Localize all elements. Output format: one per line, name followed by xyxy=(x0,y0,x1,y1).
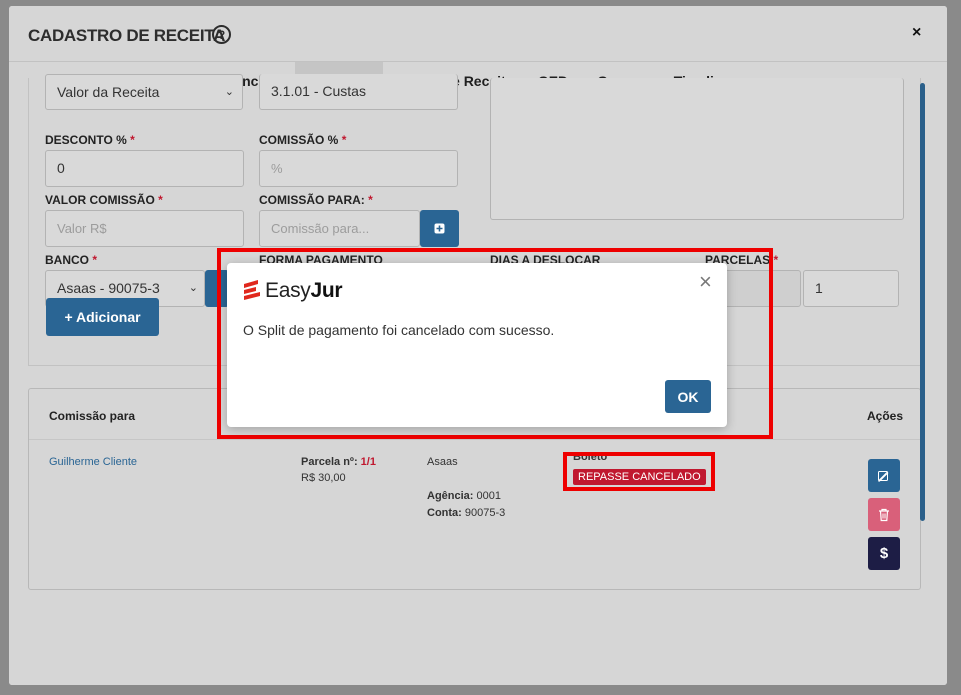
chevron-down-icon: ⌄ xyxy=(188,282,198,294)
base-select[interactable]: Valor da Receita ⌄ xyxy=(45,74,243,110)
banco-text: Asaas xyxy=(427,456,458,468)
parcelas-input[interactable]: 1 xyxy=(803,270,899,307)
col-acoes: Ações xyxy=(867,409,904,423)
banco-label: BANCO * xyxy=(45,253,98,267)
comissao-input[interactable]: % xyxy=(259,150,458,187)
success-dialog: EasyJur × O Split de pagamento foi cance… xyxy=(227,263,727,427)
delete-button[interactable] xyxy=(868,498,900,531)
valor-comissao-input[interactable]: Valor R$ xyxy=(45,210,244,247)
observacoes-textarea[interactable] xyxy=(490,78,904,220)
question-circle-icon[interactable]: ? xyxy=(212,25,231,44)
parcela-info: Parcela nº: 1/1 xyxy=(301,456,376,468)
dialog-message: O Split de pagamento foi cancelado com s… xyxy=(243,322,555,338)
easyjur-logo-icon xyxy=(244,280,260,300)
trash-icon xyxy=(879,508,889,521)
scrollbar[interactable] xyxy=(920,83,925,521)
modal-title: CADASTRO DE RECEITA xyxy=(28,26,226,45)
edit-icon xyxy=(878,470,889,482)
valor-comissao-label: VALOR COMISSÃO * xyxy=(45,193,163,207)
desconto-label: DESCONTO % * xyxy=(45,133,135,147)
adicionar-button[interactable]: + Adicionar xyxy=(46,298,159,336)
dialog-close-icon[interactable]: × xyxy=(699,269,712,295)
conta-text: Conta: 90075-3 xyxy=(427,507,506,519)
account-field[interactable]: 3.1.01 - Custas xyxy=(259,74,458,110)
col-comissao-para: Comissão para xyxy=(49,409,136,423)
desconto-input[interactable]: 0 xyxy=(45,150,244,187)
close-icon[interactable]: × xyxy=(912,24,921,42)
status-highlight-box xyxy=(563,452,715,491)
comissao-para-label: COMISSÃO PARA: * xyxy=(259,193,373,207)
base-select-value: Valor da Receita xyxy=(57,84,160,100)
modal-header: CADASTRO DE RECEITA ? × xyxy=(9,6,947,62)
dollar-icon[interactable]: $ xyxy=(868,537,900,570)
edit-button[interactable] xyxy=(868,459,900,492)
valor-text: R$ 30,00 xyxy=(301,472,346,484)
account-value: 3.1.01 - Custas xyxy=(271,83,366,99)
add-person-button[interactable] xyxy=(420,210,459,247)
cliente-link[interactable]: Guilherme Cliente xyxy=(49,456,137,468)
brand-logo: EasyJur xyxy=(265,279,343,302)
chevron-down-icon: ⌄ xyxy=(224,86,234,98)
ok-button[interactable]: OK xyxy=(665,380,711,413)
comissao-para-input[interactable]: Comissão para... xyxy=(259,210,420,247)
comissao-label: COMISSÃO % * xyxy=(259,133,347,147)
agencia-text: Agência: 0001 xyxy=(427,490,502,502)
plus-square-icon xyxy=(434,223,445,234)
